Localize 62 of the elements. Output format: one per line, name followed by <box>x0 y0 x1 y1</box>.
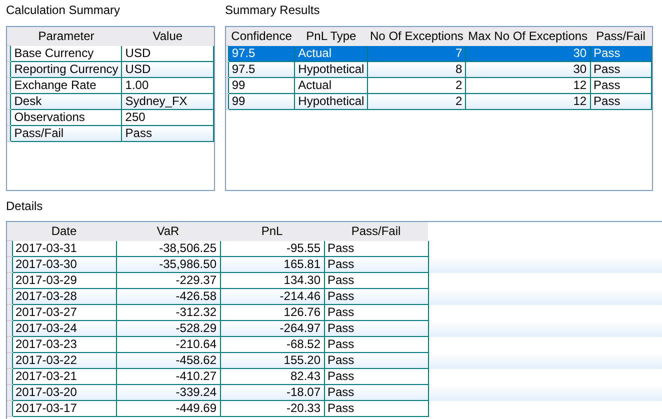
table-row[interactable]: 97.5 Actual 7 30 Pass <box>226 46 652 62</box>
table-cell: -18.07 <box>220 384 324 400</box>
table-cell: 8 <box>368 62 466 78</box>
table-cell: 2017-03-30 <box>12 256 116 272</box>
table-cell: 7 <box>368 46 466 62</box>
table-cell: -528.29 <box>116 320 220 336</box>
table-cell: -458.62 <box>116 352 220 368</box>
table-row[interactable]: 97.5 Hypothetical 8 30 Pass <box>226 62 652 78</box>
table-cell: 30 <box>466 46 590 62</box>
table-cell: Pass <box>590 94 652 110</box>
table-cell: Sydney_FX <box>122 94 214 110</box>
table-cell: -449.69 <box>116 400 220 416</box>
table-row[interactable]: 99 Hypothetical 2 12 Pass <box>226 94 652 110</box>
column-header[interactable]: Pass/Fail <box>590 27 652 46</box>
table-cell: USD <box>122 62 214 78</box>
table-cell: 165.81 <box>220 256 324 272</box>
table-cell: Pass <box>122 126 214 142</box>
table-cell: Pass <box>324 288 428 304</box>
column-header[interactable]: Max No Of Exceptions <box>466 27 590 46</box>
table-cell: -35,986.50 <box>116 256 220 272</box>
table-cell: -20.33 <box>220 400 324 416</box>
table-cell: 97.5 <box>228 62 295 78</box>
table-cell: 2017-03-20 <box>12 384 116 400</box>
column-header[interactable]: Pass/Fail <box>324 222 428 240</box>
column-header[interactable]: PnL <box>220 222 324 240</box>
table-cell: Hypothetical <box>294 94 368 110</box>
table-cell: 155.20 <box>220 352 324 368</box>
table-cell: Pass <box>324 256 428 272</box>
table-cell: 30 <box>466 62 590 78</box>
table-cell: -426.58 <box>116 288 220 304</box>
section-title: Details <box>5 198 44 215</box>
table-cell: 99 <box>228 94 295 110</box>
table-cell: 2017-03-28 <box>12 288 116 304</box>
column-header[interactable]: VaR <box>116 222 220 240</box>
column-header[interactable]: No Of Exceptions <box>368 27 466 46</box>
table-cell: Pass <box>324 384 428 400</box>
table-cell: 2017-03-22 <box>12 352 116 368</box>
column-header[interactable]: PnL Type <box>294 27 368 46</box>
table-cell: 12 <box>466 94 590 110</box>
table-cell: 97.5 <box>228 46 295 62</box>
section-title: Summary Results <box>225 2 321 19</box>
table-cell: -339.24 <box>116 384 220 400</box>
table-cell: Pass <box>590 62 652 78</box>
table-cell: Pass/Fail <box>10 126 122 142</box>
table-cell: 2017-03-24 <box>12 320 116 336</box>
table-cell: 2 <box>368 94 466 110</box>
table-cell: -264.97 <box>220 320 324 336</box>
section-title: Calculation Summary <box>6 2 122 19</box>
table-cell: Reporting Currency <box>10 62 122 78</box>
column-header[interactable]: Parameter <box>10 27 122 46</box>
column-header[interactable]: Value <box>122 27 214 46</box>
table-cell: Desk <box>10 94 122 110</box>
table-cell: Pass <box>324 320 428 336</box>
table-cell: -214.46 <box>220 288 324 304</box>
table-cell: Pass <box>590 46 652 62</box>
table-cell: Pass <box>324 400 428 416</box>
table-cell: Hypothetical <box>294 62 368 78</box>
table-cell: Pass <box>324 352 428 368</box>
column-header[interactable]: Date <box>12 222 116 240</box>
column-header[interactable]: Confidence <box>228 27 295 46</box>
table-cell: Actual <box>294 46 368 62</box>
table-cell: 2017-03-17 <box>12 400 116 416</box>
